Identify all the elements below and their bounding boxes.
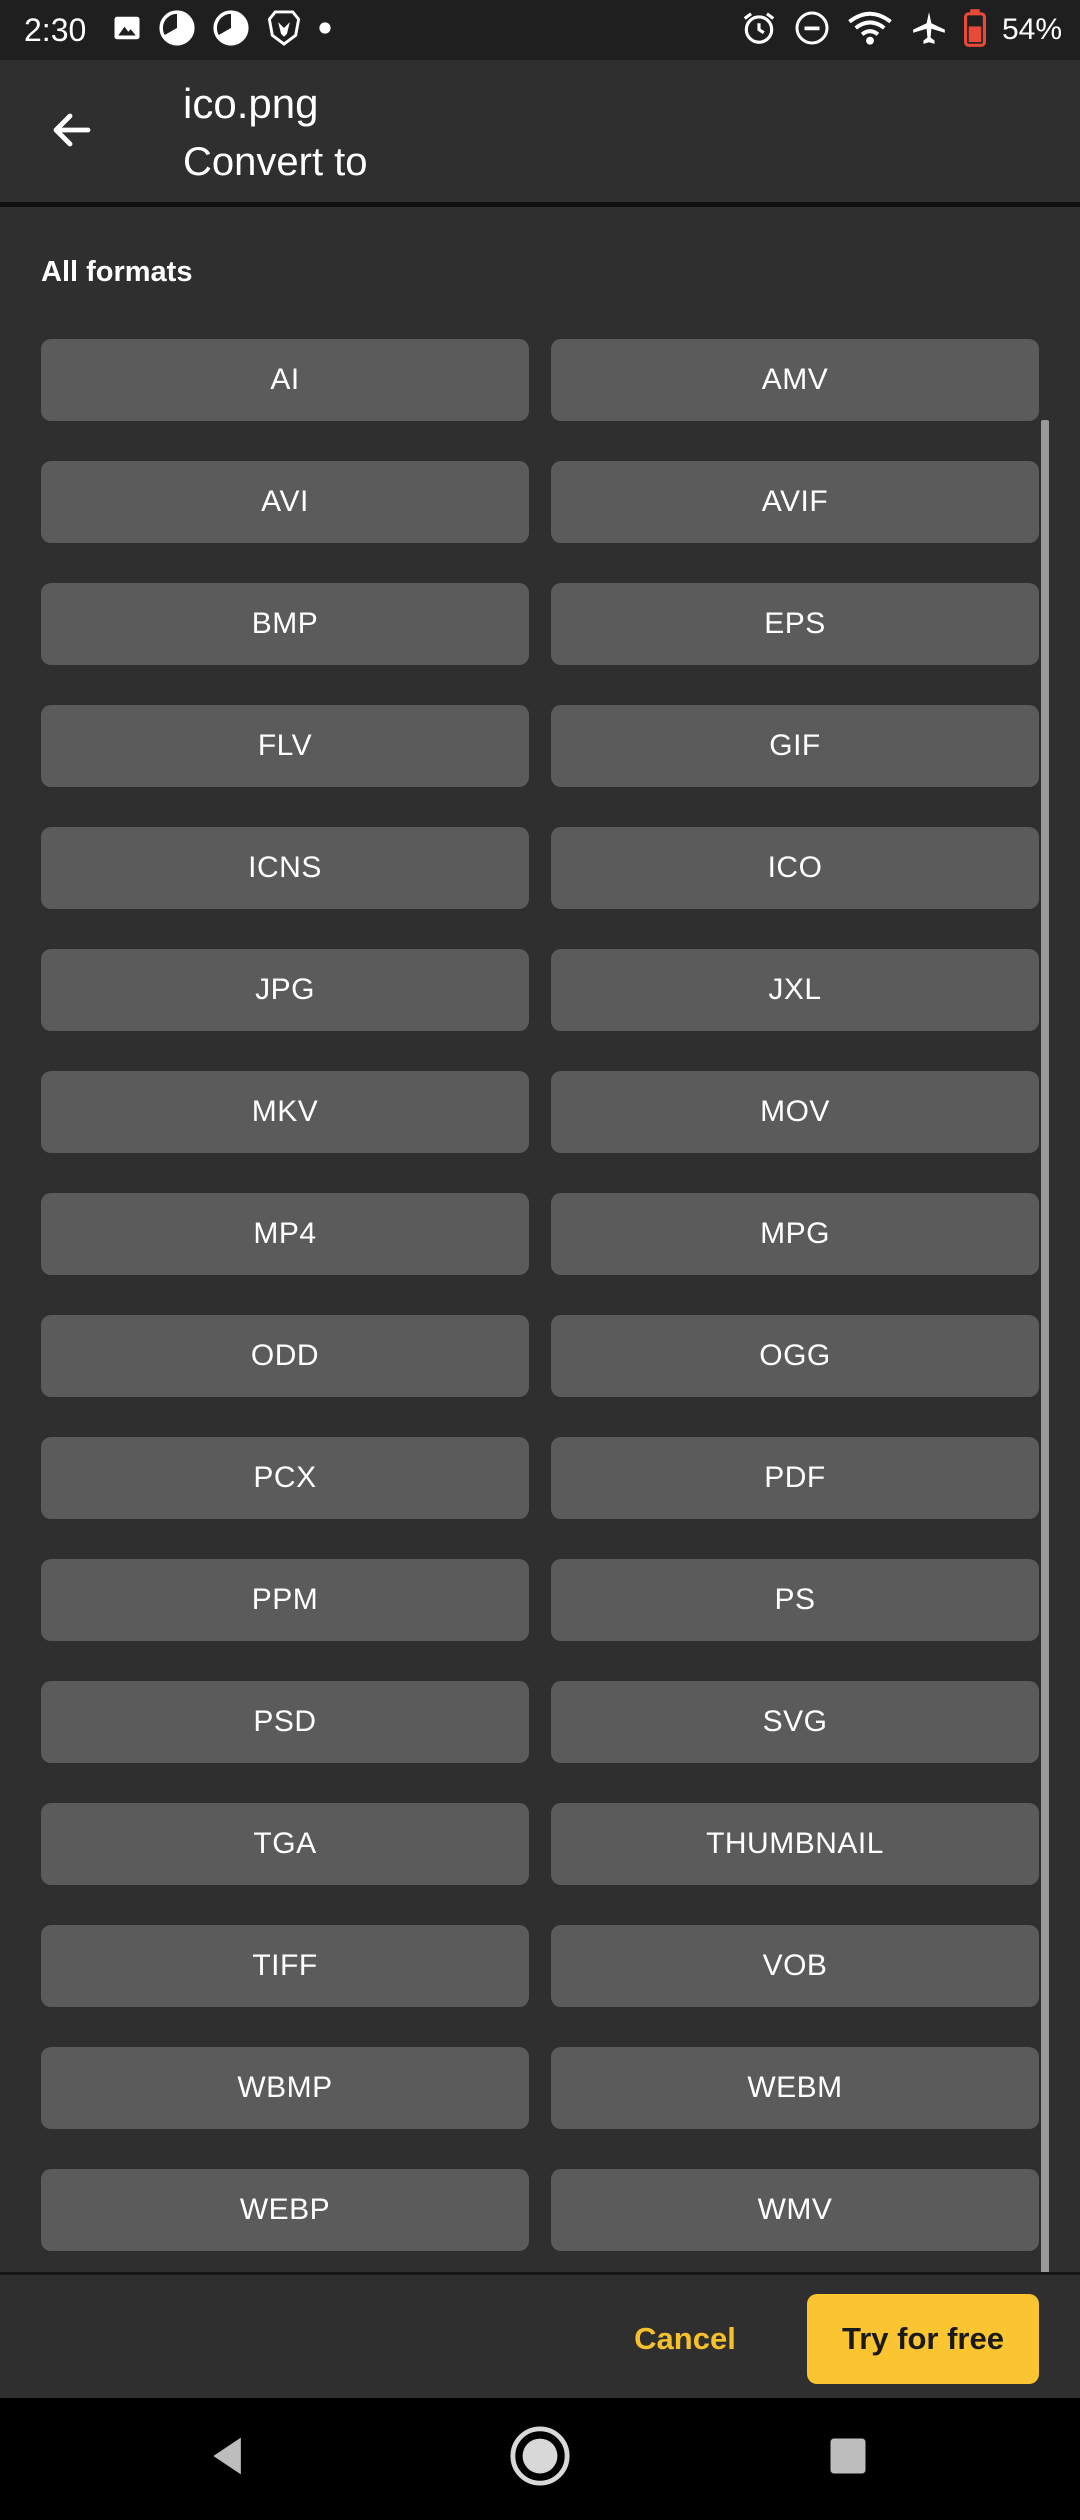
format-button-mp4[interactable]: MP4 (41, 1193, 529, 1275)
status-right-icons: 54% (740, 8, 1062, 52)
format-button-avi[interactable]: AVI (41, 461, 529, 543)
format-button-mov[interactable]: MOV (551, 1071, 1039, 1153)
format-button-mpg[interactable]: MPG (551, 1193, 1039, 1275)
format-button-psd[interactable]: PSD (41, 1681, 529, 1763)
format-button-ico[interactable]: ICO (551, 827, 1039, 909)
format-button-jxl[interactable]: JXL (551, 949, 1039, 1031)
pie-icon (212, 9, 250, 52)
app-bar-divider (0, 202, 1080, 207)
back-arrow-icon (48, 106, 96, 159)
format-button-vob[interactable]: VOB (551, 1925, 1039, 2007)
nav-home-icon (509, 2425, 571, 2492)
format-button-thumbnail[interactable]: THUMBNAIL (551, 1803, 1039, 1885)
format-button-flv[interactable]: FLV (41, 705, 529, 787)
section-title: All formats (41, 256, 193, 288)
airplane-icon (910, 9, 948, 52)
try-for-free-button[interactable]: Try for free (807, 2294, 1039, 2384)
wifi-icon (846, 9, 894, 52)
app-bar: ico.png Convert to (0, 60, 1080, 204)
format-button-odd[interactable]: ODD (41, 1315, 529, 1397)
format-button-ogg[interactable]: OGG (551, 1315, 1039, 1397)
format-button-ai[interactable]: AI (41, 339, 529, 421)
format-button-mkv[interactable]: MKV (41, 1071, 529, 1153)
nav-back-button[interactable] (188, 2418, 268, 2498)
nav-recents-icon (827, 2435, 869, 2482)
format-button-amv[interactable]: AMV (551, 339, 1039, 421)
format-button-pdf[interactable]: PDF (551, 1437, 1039, 1519)
format-button-pcx[interactable]: PCX (41, 1437, 529, 1519)
battery-percent: 54% (1001, 13, 1062, 46)
format-button-bmp[interactable]: BMP (41, 583, 529, 665)
pie-icon (158, 9, 196, 52)
format-button-gif[interactable]: GIF (551, 705, 1039, 787)
nav-home-button[interactable] (500, 2418, 580, 2498)
format-button-eps[interactable]: EPS (551, 583, 1039, 665)
format-button-tiff[interactable]: TIFF (41, 1925, 529, 2007)
status-bar: 2:30 54% (0, 0, 1080, 60)
back-button[interactable] (36, 96, 108, 168)
format-button-webp[interactable]: WEBP (41, 2169, 529, 2251)
format-button-wmv[interactable]: WMV (551, 2169, 1039, 2251)
format-button-svg[interactable]: SVG (551, 1681, 1039, 1763)
format-button-ps[interactable]: PS (551, 1559, 1039, 1641)
format-button-icns[interactable]: ICNS (41, 827, 529, 909)
image-icon (112, 13, 142, 48)
page-subtitle: Convert to (183, 140, 368, 184)
page-title: ico.png (183, 80, 319, 127)
battery-icon (963, 8, 986, 52)
format-button-webm[interactable]: WEBM (551, 2047, 1039, 2129)
nav-recents-button[interactable] (808, 2418, 888, 2498)
scrollbar[interactable] (1041, 420, 1049, 2275)
navigation-bar (0, 2398, 1080, 2520)
format-button-jpg[interactable]: JPG (41, 949, 529, 1031)
cancel-button[interactable]: Cancel (610, 2301, 760, 2377)
brave-icon (266, 9, 302, 52)
bottom-action-bar: Cancel Try for free (0, 2272, 1080, 2401)
format-button-wbmp[interactable]: WBMP (41, 2047, 529, 2129)
dnd-icon (794, 10, 830, 51)
screen: 2:30 54% ico.png Convert to All formats … (0, 0, 1080, 2520)
format-grid: AI AMV AVI AVIF BMP EPS FLV GIF ICNS ICO JPG JXL MKV… (41, 339, 1039, 2251)
dot-icon (318, 21, 332, 40)
format-button-avif[interactable]: AVIF (551, 461, 1039, 543)
alarm-icon (740, 9, 778, 52)
status-left-icons (112, 9, 332, 52)
format-button-tga[interactable]: TGA (41, 1803, 529, 1885)
nav-back-icon (206, 2434, 250, 2483)
format-button-ppm[interactable]: PPM (41, 1559, 529, 1641)
status-time: 2:30 (24, 12, 87, 48)
